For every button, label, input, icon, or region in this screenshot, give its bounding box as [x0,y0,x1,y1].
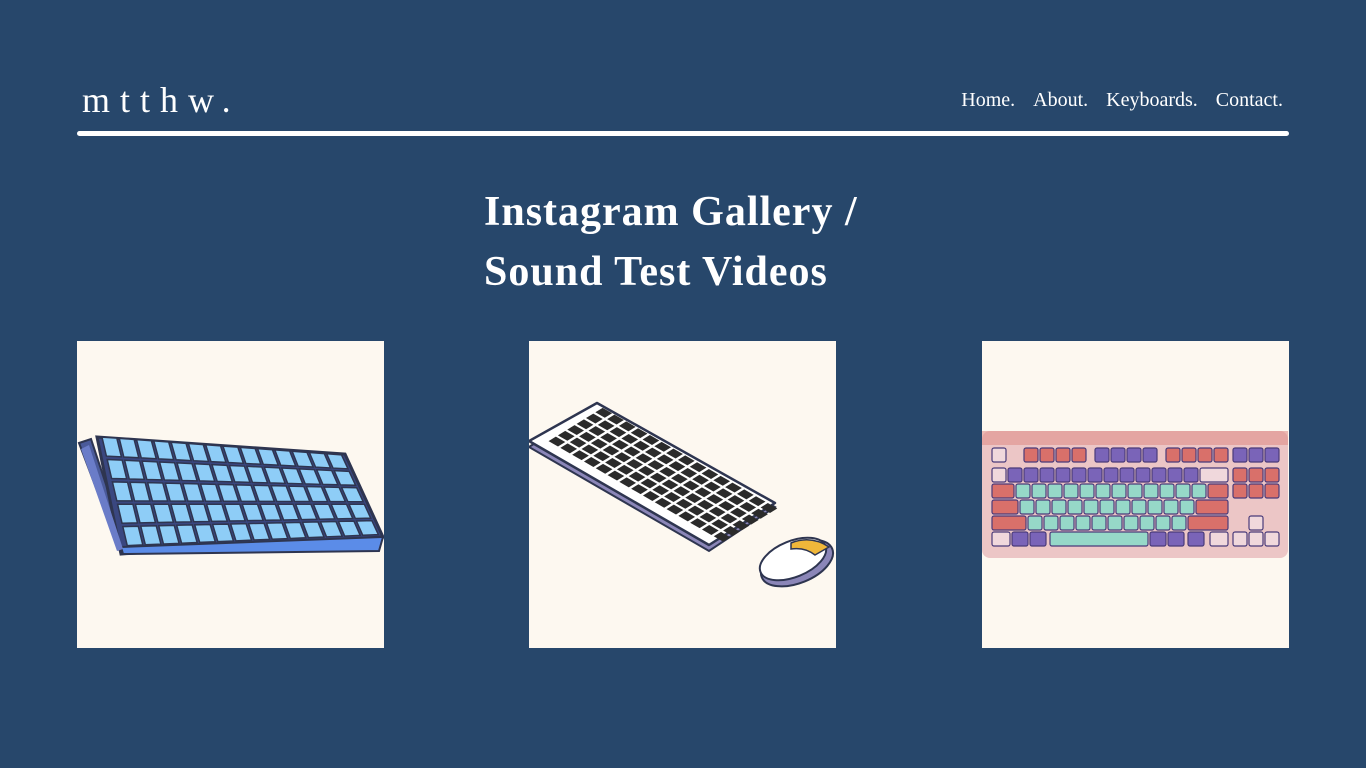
site-header: mtthw. Home. About. Keyboards. Contact. [77,78,1289,122]
brand-logo[interactable]: mtthw. [77,79,241,121]
nav-keyboards-link[interactable]: Keyboards. [1106,89,1198,112]
gallery-card-3[interactable] [982,341,1289,648]
nav-about-link[interactable]: About. [1033,89,1088,112]
page-title-line-1: Instagram Gallery / [484,189,858,235]
gallery-card-1[interactable] [77,341,384,648]
nav-home-link[interactable]: Home. [961,89,1015,112]
page-title: Instagram Gallery / Sound Test Videos [484,182,904,302]
header-divider [77,131,1289,136]
black-keyboard-and-mouse-icon [529,401,835,588]
nav-contact-link[interactable]: Contact. [1216,89,1283,112]
pastel-keyboard-icon [982,431,1288,558]
main-nav: Home. About. Keyboards. Contact. [961,89,1289,112]
mouse-icon [758,536,835,588]
page: mtthw. Home. About. Keyboards. Contact. … [0,0,1366,768]
blue-mechanical-keyboard-icon [77,435,384,556]
page-title-line-2: Sound Test Videos [484,249,828,295]
gallery-card-2[interactable] [529,341,836,648]
